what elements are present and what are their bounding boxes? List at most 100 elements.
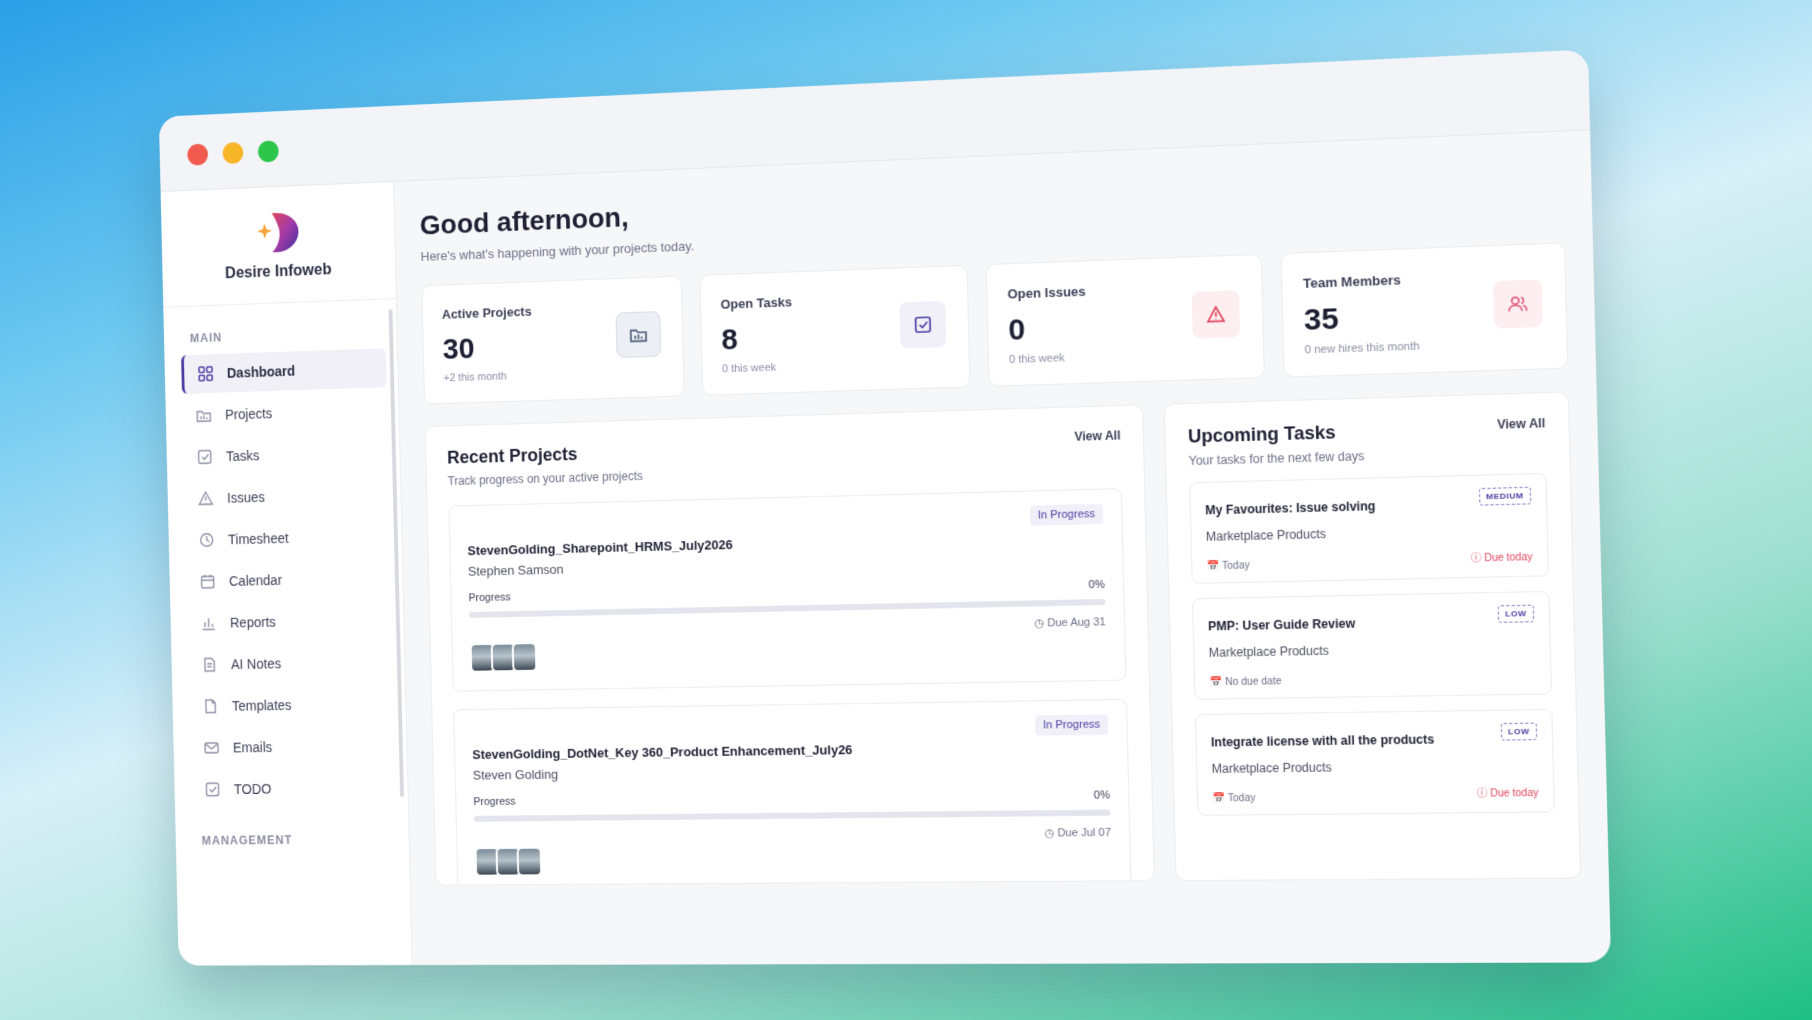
sidebar-item-label: Projects [225, 405, 272, 422]
sidebar-item-label: Templates [232, 697, 292, 713]
view-all-projects-link[interactable]: View All [1074, 428, 1120, 443]
alert-circle-icon: ⓘ [1477, 788, 1488, 799]
stats-row: Active Projects 30 +2 this month Open Ta… [421, 242, 1568, 404]
progress-value: 0% [1088, 579, 1104, 591]
grid-icon [197, 365, 214, 383]
due-date-text: Due Jul 07 [1057, 827, 1111, 840]
due-date: ◷ Due Aug 31 [1034, 615, 1105, 630]
sidebar-item-emails[interactable]: Emails [190, 726, 396, 768]
task-due: ⓘ Due today [1476, 784, 1538, 800]
upcoming-tasks-title: Upcoming Tasks [1188, 421, 1364, 447]
sidebar-item-timesheet[interactable]: Timesheet [185, 516, 391, 560]
minimize-window-button[interactable] [222, 142, 243, 164]
folder-icon [616, 311, 662, 358]
task-project: Marketplace Products [1209, 640, 1535, 660]
task-title: Integrate license with all the products [1211, 731, 1537, 750]
section-label-main: MAIN [190, 324, 397, 345]
folder-icon [195, 406, 212, 424]
progress-bar [474, 810, 1111, 822]
task-due-text: Due today [1490, 788, 1539, 800]
users-icon [1493, 279, 1543, 328]
stat-sub: 0 this week [1009, 346, 1243, 366]
task-item[interactable]: MEDIUM My Favourites: Issue solving Mark… [1189, 473, 1549, 584]
stat-card-active-projects[interactable]: Active Projects 30 +2 this month [421, 276, 684, 405]
sidebar-item-todo[interactable]: TODO [191, 768, 397, 809]
checkbox-icon [899, 301, 946, 349]
sidebar-item-calendar[interactable]: Calendar [186, 558, 392, 601]
task-date: 📅 Today [1212, 793, 1255, 805]
sidebar-item-dashboard[interactable]: Dashboard [181, 348, 387, 394]
note-icon [201, 656, 218, 674]
sidebar-item-label: Dashboard [227, 363, 296, 381]
sidebar-item-label: Timesheet [228, 530, 289, 547]
sidebar-item-label: Tasks [226, 448, 260, 464]
avatar [517, 847, 543, 877]
sidebar: Desire Infoweb MAIN Dashboard Projects T… [161, 182, 413, 966]
calendar-icon: 📅 [1209, 677, 1222, 688]
avatar [512, 642, 538, 672]
clock-icon: ◷ [1045, 827, 1055, 839]
progress-label: Progress [468, 592, 510, 605]
view-all-tasks-link[interactable]: View All [1497, 416, 1545, 432]
sidebar-item-label: Emails [233, 739, 273, 755]
due-date-text: Due Aug 31 [1047, 616, 1106, 629]
content-row: Recent Projects Track progress on your a… [425, 391, 1582, 885]
project-card[interactable]: In Progress StevenGolding_DotNet_Key 360… [453, 699, 1132, 886]
calendar-icon: 📅 [1207, 561, 1220, 572]
app-window: Desire Infoweb MAIN Dashboard Projects T… [159, 49, 1611, 965]
task-date-text: No due date [1225, 676, 1282, 688]
team-avatars[interactable] [475, 847, 539, 877]
stat-card-open-tasks[interactable]: Open Tasks 8 0 this week [699, 265, 970, 396]
section-label-management: MANAGEMENT [202, 832, 409, 847]
recent-projects-subtitle: Track progress on your active projects [448, 469, 643, 488]
priority-badge: LOW [1498, 605, 1535, 623]
calendar-icon [199, 573, 216, 591]
main-content: Good afternoon, Here's what's happening … [394, 130, 1611, 965]
sidebar-item-label: TODO [234, 781, 272, 797]
stat-sub: 0 new hires this month [1305, 336, 1546, 356]
task-date-text: Today [1228, 793, 1256, 805]
stat-card-open-issues[interactable]: Open Issues 0 0 this week [986, 254, 1265, 387]
project-owner: Steven Golding [473, 760, 1110, 783]
sidebar-item-label: AI Notes [231, 656, 281, 672]
progress-label: Progress [473, 796, 515, 808]
stat-sub: 0 this week [722, 356, 949, 375]
checkbox-icon [196, 448, 213, 466]
project-card[interactable]: In Progress StevenGolding_Sharepoint_HRM… [448, 488, 1126, 692]
task-date: 📅 No due date [1209, 676, 1281, 688]
sidebar-item-ai-notes[interactable]: AI Notes [188, 642, 394, 685]
clock-icon [198, 531, 215, 549]
warning-icon [1192, 290, 1240, 338]
bar-chart-icon [200, 614, 217, 632]
sidebar-item-label: Issues [227, 489, 265, 506]
upcoming-tasks-card: Upcoming Tasks Your tasks for the next f… [1164, 391, 1581, 881]
brand: Desire Infoweb [161, 182, 396, 308]
team-avatars[interactable] [470, 642, 534, 673]
sidebar-item-label: Reports [230, 614, 276, 630]
task-item[interactable]: LOW Integrate license with all the produ… [1195, 709, 1555, 816]
sidebar-item-templates[interactable]: Templates [189, 684, 395, 726]
sidebar-item-issues[interactable]: Issues [184, 474, 390, 518]
checkbox-icon [204, 781, 221, 799]
warning-icon [197, 490, 214, 508]
task-item[interactable]: LOW PMP: User Guide Review Marketplace P… [1192, 591, 1552, 700]
calendar-icon: 📅 [1212, 793, 1225, 804]
recent-projects-title: Recent Projects [447, 442, 642, 468]
priority-badge: MEDIUM [1478, 487, 1531, 506]
sidebar-item-projects[interactable]: Projects [182, 390, 388, 435]
sidebar-item-tasks[interactable]: Tasks [183, 432, 389, 477]
sidebar-item-reports[interactable]: Reports [187, 600, 393, 643]
task-date: 📅 Today [1207, 560, 1250, 572]
close-window-button[interactable] [187, 144, 208, 166]
recent-projects-card: Recent Projects Track progress on your a… [425, 404, 1155, 885]
maximize-window-button[interactable] [258, 140, 279, 162]
brand-logo-icon [251, 208, 304, 257]
task-project: Marketplace Products [1206, 522, 1532, 544]
mail-icon [203, 739, 220, 757]
project-name[interactable]: StevenGolding_DotNet_Key 360_Product Enh… [472, 739, 1109, 762]
task-project: Marketplace Products [1211, 758, 1538, 776]
stat-card-team-members[interactable]: Team Members 35 0 new hires this month [1280, 242, 1568, 377]
status-badge: In Progress [1035, 714, 1109, 735]
task-due-text: Due today [1484, 552, 1533, 564]
clock-icon: ◷ [1034, 617, 1044, 629]
